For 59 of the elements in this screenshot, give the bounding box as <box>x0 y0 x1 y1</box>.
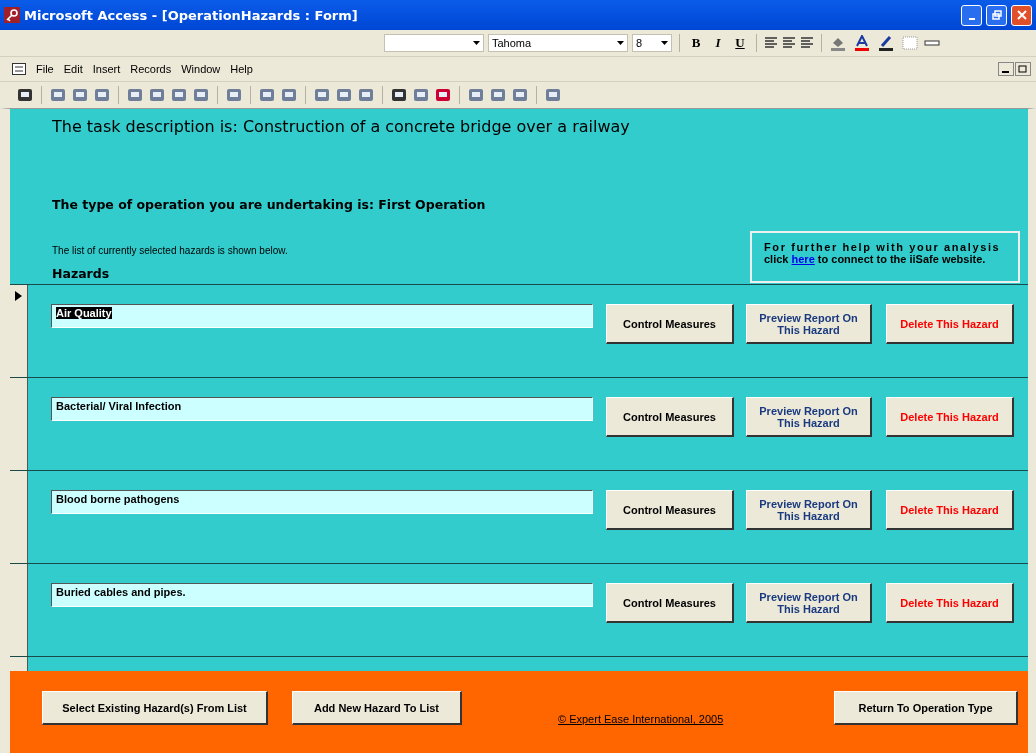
hazard-field[interactable]: Bacterial/ Viral Infection <box>51 397 593 421</box>
restore-icon <box>991 10 1002 20</box>
preview-report-button[interactable]: Preview Report On This Hazard <box>746 490 872 530</box>
operation-type: The type of operation you are undertaking is: First Operation <box>52 197 487 214</box>
control-measures-button[interactable]: Control Measures <box>606 304 734 344</box>
control-measures-button[interactable]: Control Measures <box>606 583 734 623</box>
dropdown-caret-icon <box>617 41 624 45</box>
dropdown-caret-icon <box>661 41 668 45</box>
control-measures-button[interactable]: Control Measures <box>606 490 734 530</box>
close-icon <box>1016 10 1027 20</box>
add-hazard-button[interactable]: Add New Hazard To List <box>292 691 462 725</box>
hazard-field[interactable]: Blood borne pathogens <box>51 490 593 514</box>
control-measures-button[interactable]: Control Measures <box>606 397 734 437</box>
border-icon[interactable] <box>901 35 919 51</box>
menu-item[interactable]: Records <box>130 63 172 75</box>
font-combo[interactable]: Tahoma <box>488 34 628 52</box>
select-hazards-button[interactable]: Select Existing Hazard(s) From List <box>42 691 268 725</box>
record-selector[interactable] <box>10 378 28 470</box>
help-text: For further help with your analysis <box>764 241 1002 253</box>
align-right-icon[interactable] <box>800 37 814 49</box>
mdi-controls-icon[interactable] <box>998 62 1032 76</box>
close-button[interactable] <box>1011 4 1032 26</box>
underline-button[interactable]: U <box>731 34 749 52</box>
list-note: The list of currently selected hazards is shown below. <box>52 245 288 256</box>
record-selector[interactable] <box>10 564 28 656</box>
hazards-heading: Hazards <box>52 266 111 283</box>
current-record-icon <box>15 291 22 301</box>
help-link[interactable]: here <box>791 253 815 265</box>
italic-button[interactable]: I <box>709 34 727 52</box>
bold-button[interactable]: B <box>687 34 705 52</box>
window-title: Microsoft Access - [OperationHazards : Form] <box>24 7 358 23</box>
form-icon <box>12 63 26 75</box>
hazard-field[interactable]: Buried cables and pipes. <box>51 583 593 607</box>
key-icon <box>4 7 20 23</box>
menu-item[interactable]: Help <box>230 63 253 75</box>
minimize-icon <box>968 18 975 20</box>
minimize-button[interactable] <box>961 4 982 26</box>
preview-report-button[interactable]: Preview Report On This Hazard <box>746 583 872 623</box>
record-selector[interactable] <box>10 285 28 377</box>
help-text: to connect to the iiSafe website. <box>817 253 986 265</box>
record-selector[interactable] <box>10 657 28 671</box>
hazard-field[interactable]: Air Quality <box>51 304 593 328</box>
object-combo[interactable] <box>384 34 484 52</box>
record-selector[interactable] <box>10 471 28 563</box>
align-left-icon[interactable] <box>764 37 778 49</box>
copyright-link[interactable]: © Expert Ease International, 2005 <box>558 713 724 725</box>
preview-report-button[interactable]: Preview Report On This Hazard <box>746 304 872 344</box>
size-combo[interactable]: 8 <box>632 34 672 52</box>
help-text: click <box>764 253 789 265</box>
menu-item[interactable]: Window <box>181 63 221 75</box>
restore-button[interactable] <box>986 4 1007 26</box>
task-description: The task description is: Construction of a concrete bridge over a railway <box>52 117 631 138</box>
preview-report-button[interactable]: Preview Report On This Hazard <box>746 397 872 437</box>
dropdown-caret-icon <box>473 41 480 45</box>
return-button[interactable]: Return To Operation Type <box>834 691 1018 725</box>
menu-item[interactable]: File <box>36 63 54 75</box>
menu-item[interactable]: Insert <box>92 63 121 75</box>
align-center-icon[interactable] <box>782 37 796 49</box>
menu-item[interactable]: Edit <box>63 63 83 75</box>
